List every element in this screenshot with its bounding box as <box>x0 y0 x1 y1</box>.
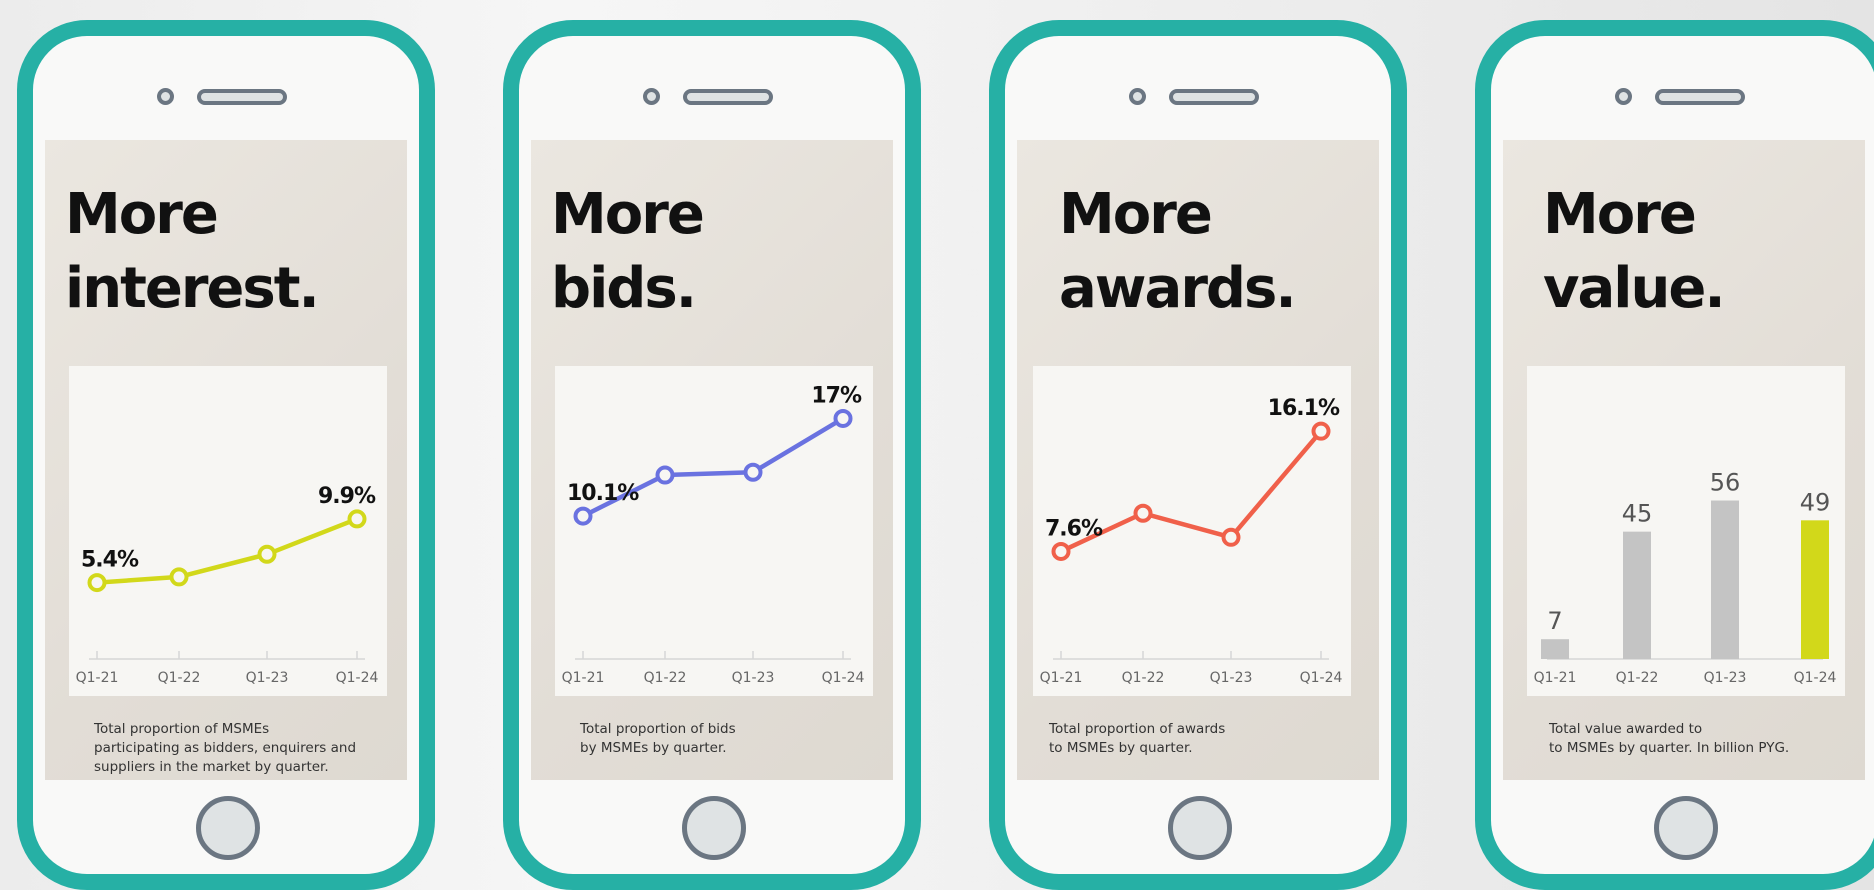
speaker-icon <box>683 89 773 105</box>
phone-screen: More bids. Q1-21 Q1-22 Q1-23 Q1-24 10.1% 17% … <box>531 140 893 780</box>
data-label: 10.1% <box>567 481 639 506</box>
bar-value-label: 45 <box>1622 500 1653 528</box>
x-tick-label: Q1-22 <box>1122 670 1165 686</box>
headline: More value. <box>1543 178 1726 326</box>
chart-caption: Total proportion of bids by MSMEs by qua… <box>580 720 870 758</box>
x-tick-label: Q1-22 <box>158 670 201 686</box>
x-tick-label: Q1-24 <box>336 670 379 686</box>
data-label: 7.6% <box>1045 516 1103 541</box>
x-tick-label: Q1-21 <box>1040 670 1083 686</box>
data-point <box>347 509 367 529</box>
chart-caption: Total proportion of awards to MSMEs by q… <box>1049 720 1339 758</box>
x-tick-label: Q1-21 <box>76 670 119 686</box>
chart-value: Q1-21 Q1-22 Q1-23 Q1-24 7 45 56 49 <box>1534 469 1837 686</box>
phone-frame-interest: More interest. Q1-21 Q1-22 Q1-23 Q1-24 5.4% 9… <box>17 20 435 890</box>
phone-screen: More value. Q1-21 Q1-22 Q1-23 Q1-24 7 45 56 49 … <box>1503 140 1865 780</box>
headline-line-1: More <box>1059 182 1213 247</box>
headline-line-1: More <box>65 182 219 247</box>
chart-interest: Q1-21 Q1-22 Q1-23 Q1-24 5.4% 9.9% <box>76 484 379 686</box>
bar <box>1801 520 1829 659</box>
data-point <box>169 567 189 587</box>
data-point <box>1221 527 1241 547</box>
phone-frame-awards: More awards. Q1-21 Q1-22 Q1-23 Q1-24 7.6% 16.… <box>989 20 1407 890</box>
data-point <box>1133 503 1153 523</box>
x-tick-label: Q1-23 <box>246 670 289 686</box>
home-button[interactable] <box>1654 796 1718 860</box>
data-point <box>257 544 277 564</box>
headline: More awards. <box>1059 178 1297 326</box>
bar-value-label: 7 <box>1547 607 1562 635</box>
caption-line-1: Total proportion of bids <box>580 721 736 737</box>
x-tick-label: Q1-21 <box>562 670 605 686</box>
phone-frame-value: More value. Q1-21 Q1-22 Q1-23 Q1-24 7 45 56 49 … <box>1475 20 1874 890</box>
caption-line-2: by MSMEs by quarter. <box>580 740 727 756</box>
data-point <box>1051 541 1071 561</box>
bar <box>1541 639 1569 659</box>
headline-line-2: bids. <box>551 256 697 321</box>
data-label: 16.1% <box>1268 396 1340 421</box>
x-tick-label: Q1-22 <box>644 670 687 686</box>
x-tick-label: Q1-22 <box>1616 670 1659 686</box>
bar-value-label: 56 <box>1710 469 1741 497</box>
headline: More bids. <box>551 178 705 326</box>
data-point <box>833 408 853 428</box>
speaker-icon <box>197 89 287 105</box>
caption-line-1: Total value awarded to <box>1549 721 1703 737</box>
x-tick-label: Q1-23 <box>1210 670 1253 686</box>
caption-line-2: to MSMEs by quarter. In billion PYG. <box>1549 740 1790 756</box>
x-tick-label: Q1-24 <box>1300 670 1343 686</box>
speaker-icon <box>1169 89 1259 105</box>
headline: More interest. <box>65 178 320 326</box>
phone-frame-bids: More bids. Q1-21 Q1-22 Q1-23 Q1-24 10.1% 17% … <box>503 20 921 890</box>
home-button[interactable] <box>682 796 746 860</box>
chart-bids: Q1-21 Q1-22 Q1-23 Q1-24 10.1% 17% <box>562 383 865 686</box>
data-label: 9.9% <box>318 484 376 509</box>
caption-line-1: Total proportion of MSMEs <box>94 721 270 737</box>
bar <box>1623 531 1651 659</box>
x-tick-label: Q1-24 <box>1794 670 1837 686</box>
chart-caption: Total value awarded to to MSMEs by quart… <box>1549 720 1839 758</box>
chart-card: Q1-21 Q1-22 Q1-23 Q1-24 5.4% 9.9% <box>69 366 387 696</box>
data-point <box>573 506 593 526</box>
headline-line-2: awards. <box>1059 256 1297 321</box>
x-tick-label: Q1-21 <box>1534 670 1577 686</box>
home-button[interactable] <box>1168 796 1232 860</box>
caption-line-1: Total proportion of awards <box>1049 721 1226 737</box>
bar <box>1711 500 1739 659</box>
chart-card: Q1-21 Q1-22 Q1-23 Q1-24 7.6% 16.1% <box>1033 366 1351 696</box>
headline-line-2: value. <box>1543 256 1726 321</box>
data-point <box>1311 421 1331 441</box>
camera-icon <box>1129 88 1146 105</box>
camera-icon <box>1615 88 1632 105</box>
home-button[interactable] <box>196 796 260 860</box>
chart-caption: Total proportion of MSMEs participating … <box>94 720 384 777</box>
data-label: 17% <box>811 383 862 408</box>
camera-icon <box>643 88 660 105</box>
camera-icon <box>157 88 174 105</box>
data-point <box>655 465 675 485</box>
x-tick-label: Q1-23 <box>732 670 775 686</box>
x-tick-label: Q1-24 <box>822 670 865 686</box>
x-tick-label: Q1-23 <box>1704 670 1747 686</box>
data-label: 5.4% <box>81 548 139 573</box>
headline-line-1: More <box>1543 182 1697 247</box>
speaker-icon <box>1655 89 1745 105</box>
caption-line-2: to MSMEs by quarter. <box>1049 740 1193 756</box>
data-point <box>87 573 107 593</box>
chart-card: Q1-21 Q1-22 Q1-23 Q1-24 7 45 56 49 <box>1527 366 1845 696</box>
chart-card: Q1-21 Q1-22 Q1-23 Q1-24 10.1% 17% <box>555 366 873 696</box>
caption-line-3: suppliers in the market by quarter. <box>94 759 329 775</box>
data-point <box>743 462 763 482</box>
phone-screen: More interest. Q1-21 Q1-22 Q1-23 Q1-24 5.4% 9… <box>45 140 407 780</box>
phone-screen: More awards. Q1-21 Q1-22 Q1-23 Q1-24 7.6% 16.… <box>1017 140 1379 780</box>
chart-awards: Q1-21 Q1-22 Q1-23 Q1-24 7.6% 16.1% <box>1040 396 1343 686</box>
headline-line-1: More <box>551 182 705 247</box>
headline-line-2: interest. <box>65 256 320 321</box>
bar-value-label: 49 <box>1800 488 1831 516</box>
caption-line-2: participating as bidders, enquirers and <box>94 740 357 756</box>
